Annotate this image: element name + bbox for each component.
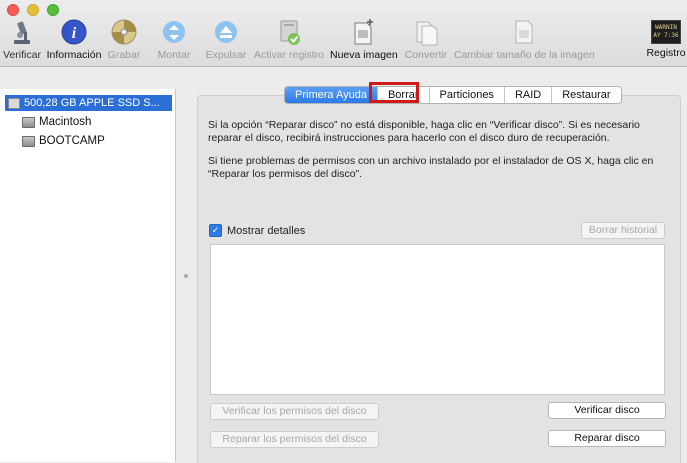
instructions-paragraph-2: Si tiene problemas de permisos con un ar… bbox=[208, 155, 654, 180]
eject-icon bbox=[215, 21, 237, 43]
convert-label: Convertir bbox=[404, 49, 448, 61]
tab-bar: Primera Ayuda Borrar Particiones RAID Re… bbox=[284, 86, 622, 104]
enable-journaling-toolbar-button[interactable]: Activar registro bbox=[253, 18, 325, 61]
mount-label: Montar bbox=[157, 49, 191, 61]
new-image-icon bbox=[354, 19, 373, 45]
resize-image-label: Cambiar tamaño de la imagen bbox=[454, 49, 595, 61]
microscope-icon bbox=[14, 21, 30, 44]
instructions-paragraph-1: Si la opción “Reparar disco” no está dis… bbox=[208, 119, 640, 144]
volume-name: Macintosh bbox=[39, 116, 92, 128]
show-details-row[interactable]: ✓ Mostrar detalles bbox=[209, 224, 305, 237]
checkbox-checked-icon[interactable]: ✓ bbox=[209, 224, 222, 237]
convert-toolbar-button[interactable]: Convertir bbox=[404, 18, 448, 61]
resize-image-icon bbox=[515, 20, 533, 44]
tab-raid[interactable]: RAID bbox=[505, 87, 553, 103]
split-view-handle[interactable] bbox=[184, 274, 188, 278]
verify-label: Verificar bbox=[3, 49, 41, 61]
volume-name: BOOTCAMP bbox=[39, 135, 105, 147]
highlight-box bbox=[369, 82, 419, 103]
tab-partitions[interactable]: Particiones bbox=[430, 87, 505, 103]
minimize-button[interactable] bbox=[27, 4, 39, 16]
close-button[interactable] bbox=[7, 4, 19, 16]
burn-disc-icon bbox=[111, 19, 137, 45]
log-icon: WARNIN AY 7:36 bbox=[651, 20, 681, 44]
info-label: Información bbox=[46, 49, 102, 61]
volume-icon bbox=[22, 135, 35, 147]
eject-label: Expulsar bbox=[205, 49, 247, 61]
details-log-area[interactable] bbox=[210, 244, 665, 395]
tab-restore[interactable]: Restaurar bbox=[552, 87, 620, 103]
log-toolbar-button[interactable]: WARNIN AY 7:36 Registro bbox=[646, 18, 686, 59]
sidebar-item-bootcamp[interactable]: BOOTCAMP bbox=[22, 133, 105, 149]
enable-journaling-icon bbox=[280, 20, 300, 45]
burn-toolbar-button[interactable]: Grabar bbox=[106, 18, 142, 61]
log-icon-line-1: WARNIN bbox=[655, 24, 677, 31]
convert-icon bbox=[416, 21, 438, 46]
sidebar-item-macintosh[interactable]: Macintosh bbox=[22, 114, 91, 130]
sidebar-item-disk[interactable]: 500,28 GB APPLE SSD S... bbox=[5, 95, 172, 111]
tab-first-aid[interactable]: Primera Ayuda bbox=[285, 87, 378, 103]
verify-permissions-button[interactable]: Verificar los permisos del disco bbox=[210, 403, 379, 420]
mount-icon bbox=[163, 21, 185, 43]
new-image-toolbar-button[interactable]: Nueva imagen bbox=[330, 18, 398, 61]
svg-text:i: i bbox=[72, 25, 77, 42]
window-controls bbox=[7, 4, 59, 16]
verify-disk-button[interactable]: Verificar disco bbox=[548, 402, 666, 419]
repair-disk-button[interactable]: Reparar disco bbox=[548, 430, 666, 447]
toolbar: Verificar i Información Grabar Montar Ex bbox=[0, 0, 687, 67]
hard-disk-icon bbox=[8, 97, 20, 109]
log-label: Registro bbox=[646, 47, 686, 59]
enable-journaling-label: Activar registro bbox=[253, 49, 325, 61]
mount-toolbar-button[interactable]: Montar bbox=[154, 18, 194, 61]
new-image-label: Nueva imagen bbox=[330, 49, 398, 61]
zoom-button[interactable] bbox=[47, 4, 59, 16]
verify-toolbar-button[interactable]: Verificar bbox=[2, 18, 42, 61]
info-icon: i bbox=[61, 19, 87, 45]
repair-permissions-button[interactable]: Reparar los permisos del disco bbox=[210, 431, 379, 448]
volume-icon bbox=[22, 116, 35, 128]
resize-image-toolbar-button[interactable]: Cambiar tamaño de la imagen bbox=[454, 18, 595, 61]
eject-toolbar-button[interactable]: Expulsar bbox=[203, 18, 249, 61]
clear-history-button[interactable]: Borrar historial bbox=[581, 222, 665, 239]
disk-name: 500,28 GB APPLE SSD S... bbox=[24, 97, 160, 109]
log-icon-line-2: AY 7:36 bbox=[653, 32, 679, 39]
show-details-label: Mostrar detalles bbox=[227, 224, 306, 237]
info-toolbar-button[interactable]: i Información bbox=[46, 18, 102, 61]
disk-sidebar: 500,28 GB APPLE SSD S... Macintosh BOOTC… bbox=[0, 89, 176, 462]
burn-label: Grabar bbox=[107, 49, 141, 61]
